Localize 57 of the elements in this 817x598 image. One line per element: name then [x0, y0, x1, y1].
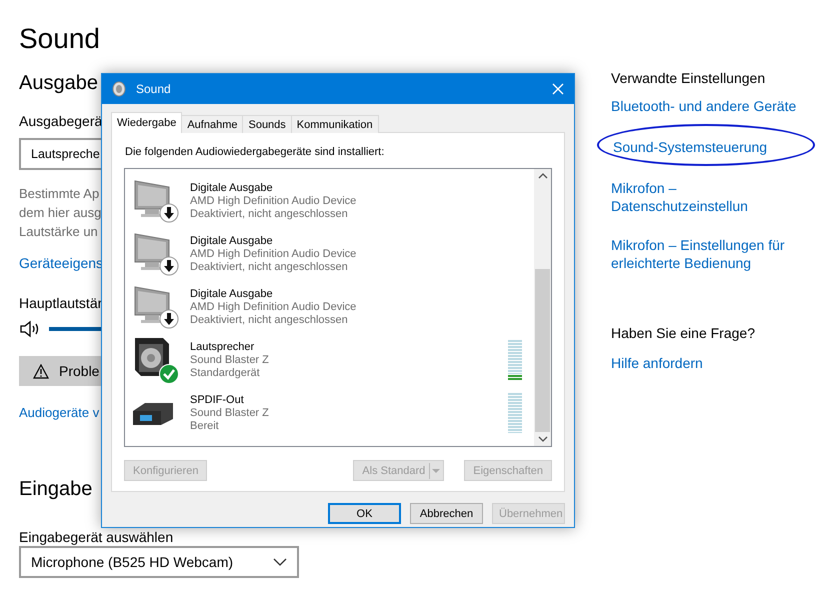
dialog-title: Sound	[136, 82, 172, 96]
field-label: Eingabegerät auswählen	[19, 529, 174, 545]
tab[interactable]: Kommunikation	[290, 115, 379, 133]
device-name: Lautsprecher	[190, 340, 256, 354]
scrollbar-thumb[interactable]	[535, 269, 550, 432]
section-heading: Verwandte Einstellungen	[611, 69, 766, 87]
caret-icon	[429, 462, 442, 478]
volume-label: Hauptlautstär	[19, 294, 102, 312]
device-name: Digitale Ausgabe	[190, 234, 274, 248]
device-status: Deaktiviert, nicht angeschlossen	[190, 314, 349, 326]
tab[interactable]: Aufnahme	[181, 115, 244, 133]
dialog-button[interactable]: Abbrechen	[410, 503, 483, 524]
device-name: SPDIF-Out	[190, 394, 245, 406]
close-icon[interactable]	[552, 83, 564, 95]
device-driver: AMD High Definition Audio Device	[190, 194, 358, 208]
dialog-button[interactable]: OK	[328, 503, 401, 524]
scrollbar[interactable]	[534, 169, 551, 446]
manage-devices-link[interactable]: Audiogeräte v	[19, 404, 100, 422]
device-driver: AMD High Definition Audio Device	[190, 248, 358, 260]
device-status: Deaktiviert, nicht angeschlossen	[190, 208, 349, 220]
section-heading: Ausgabe	[19, 71, 98, 96]
description-text: dem hier ausg	[19, 204, 102, 222]
warning-icon	[33, 364, 49, 378]
description-text: Bestimmte Ap	[19, 185, 100, 203]
device-name: Digitale Ausgabe	[190, 288, 274, 300]
description-text: Lautstärke un	[19, 223, 98, 241]
speaker-app-icon	[112, 81, 126, 97]
instruction-text: Die folgenden Audiowiedergabegeräte sind installiert:	[125, 145, 386, 159]
related-settings-link[interactable]: Sound-Systemsteuerung	[597, 124, 816, 166]
chevron-down-icon	[273, 558, 287, 566]
device-status: Deaktiviert, nicht angeschlossen	[190, 260, 349, 274]
help-link[interactable]: Hilfe anfordern	[611, 354, 703, 372]
tab[interactable]: Wiedergabe	[111, 112, 182, 133]
device-item[interactable]: Digitale Ausgabe AMD High Definition Audio Device Deaktiviert, nicht angeschlossen	[131, 287, 534, 327]
device-driver: AMD High Definition Audio Device	[190, 300, 358, 314]
device-item[interactable]: Lautsprecher Sound Blaster Z Standardgerät	[131, 340, 534, 380]
related-settings-link[interactable]: Mikrofon – Einstellungen für erleichterte Bedienung	[611, 236, 817, 272]
device-name: Digitale Ausgabe	[190, 182, 274, 194]
receiver-icon	[131, 401, 175, 427]
device-driver: Sound Blaster Z	[190, 406, 270, 420]
page-title: Sound	[19, 22, 100, 56]
field-label: Ausgabegerä	[19, 112, 102, 130]
section-heading: Haben Sie eine Frage?	[611, 324, 755, 342]
related-settings-link[interactable]: Bluetooth- und andere Geräte	[611, 97, 796, 115]
related-settings-link[interactable]: Mikrofon – Datenschutzeinstellun	[611, 179, 817, 215]
device-driver: Sound Blaster Z	[190, 354, 270, 366]
device-item[interactable]: Digitale Ausgabe AMD High Definition Audio Device Deaktiviert, nicht angeschlossen	[131, 181, 534, 221]
section-heading: Eingabe	[19, 477, 92, 502]
device-properties-link[interactable]: Geräteeigens	[19, 254, 104, 272]
device-item[interactable]: SPDIF-Out Sound Blaster Z Bereit	[131, 393, 534, 433]
device-status: Standardgerät	[190, 366, 261, 380]
tab[interactable]: Sounds	[242, 115, 292, 133]
speaker-volume-icon	[19, 320, 41, 338]
speaker-icon	[133, 336, 171, 378]
input-device-dropdown[interactable]: Microphone (B525 HD Webcam)	[19, 546, 299, 578]
device-item[interactable]: Digitale Ausgabe AMD High Definition Audio Device Deaktiviert, nicht angeschlossen	[131, 234, 534, 274]
device-status: Bereit	[190, 420, 220, 432]
